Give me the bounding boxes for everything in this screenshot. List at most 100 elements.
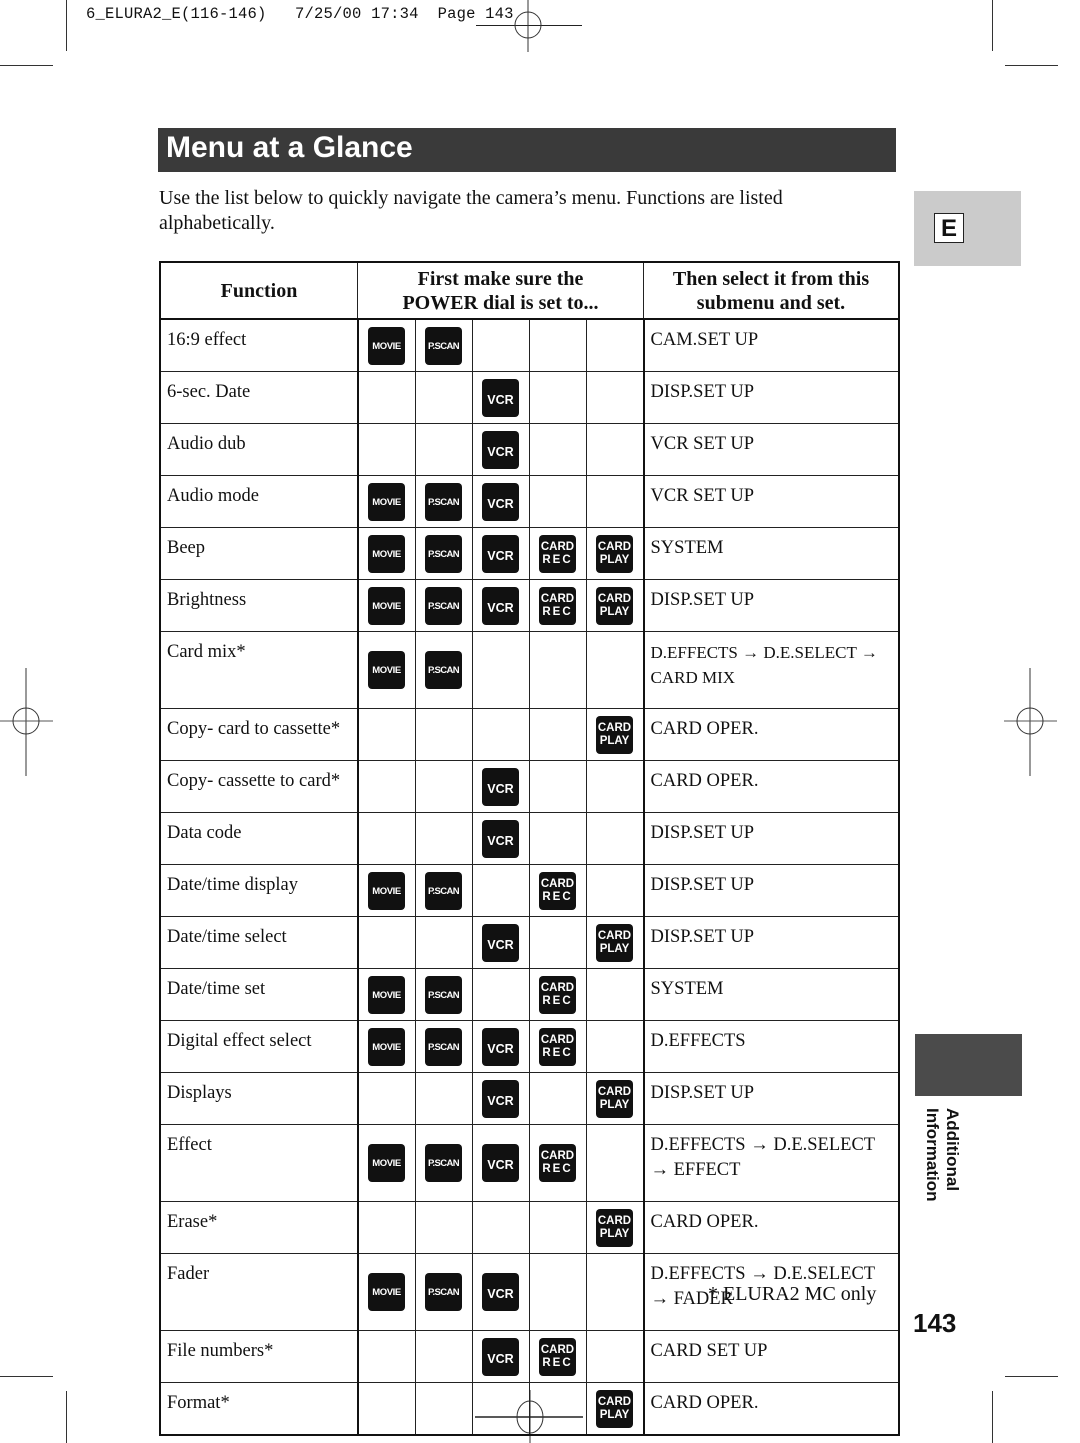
mode-cell-vcr: VCR bbox=[471, 760, 530, 813]
mode-cell-card-rec: CARD REC bbox=[528, 579, 587, 632]
function-cell: Audio dub bbox=[159, 423, 358, 476]
mode-cell-pscan: P.SCAN bbox=[414, 579, 473, 632]
mode-cell-vcr bbox=[471, 631, 530, 709]
submenu-line1: CARD OPER. bbox=[650, 1212, 759, 1232]
submenu-cell: CARD OPER. bbox=[643, 708, 900, 761]
badge-line-bottom: REC bbox=[542, 994, 573, 1007]
mode-cell-movie bbox=[356, 1201, 416, 1254]
mode-cell-pscan: P.SCAN bbox=[414, 1253, 473, 1331]
pscan-mode-icon: P.SCAN bbox=[425, 326, 462, 365]
mode-cell-vcr: VCR bbox=[471, 579, 530, 632]
badge-line-bottom: PLAY bbox=[599, 1227, 630, 1240]
mode-cell-movie: MOVIE bbox=[356, 864, 416, 917]
mode-cell-movie: MOVIE bbox=[356, 968, 416, 1021]
mode-cell-card-play bbox=[585, 475, 645, 528]
header-function: Function bbox=[159, 261, 358, 320]
vcr-mode-icon: VCR bbox=[482, 923, 519, 962]
mode-cell-pscan bbox=[414, 760, 473, 813]
vcr-mode-icon: VCR bbox=[482, 482, 519, 521]
badge-line-bottom: PLAY bbox=[599, 1408, 630, 1421]
badge-line-top: CARD bbox=[540, 981, 575, 994]
mode-cell-pscan bbox=[414, 812, 473, 865]
mode-cell-pscan bbox=[414, 916, 473, 969]
submenu-line1: D.EFFECTS → D.E.SELECT → bbox=[650, 643, 878, 662]
table-row: Data code VCR DISP.SET UP bbox=[159, 812, 900, 865]
movie-mode-icon: MOVIE bbox=[368, 871, 405, 910]
mode-cell-movie bbox=[356, 1072, 416, 1125]
mode-cell-vcr: VCR bbox=[471, 1072, 530, 1125]
submenu-line1: DISP.SET UP bbox=[650, 382, 755, 402]
table-row: Audio mode MOVIE P.SCAN VCR VCR SET UP bbox=[159, 475, 900, 528]
card-rec-mode-icon: CARD REC bbox=[539, 586, 576, 625]
function-cell: 16:9 effect bbox=[159, 318, 358, 372]
card-play-mode-icon: CARD PLAY bbox=[596, 1208, 633, 1247]
section-tab bbox=[915, 1034, 1022, 1096]
mode-cell-card-play: CARD PLAY bbox=[585, 916, 645, 969]
mode-cell-vcr bbox=[471, 864, 530, 917]
submenu-line1: SYSTEM bbox=[650, 979, 724, 999]
badge-line-top: CARD bbox=[597, 540, 632, 553]
mode-cell-vcr: VCR bbox=[471, 916, 530, 969]
submenu-cell: DISP.SET UP bbox=[643, 371, 900, 424]
mode-cell-pscan: P.SCAN bbox=[414, 1124, 473, 1202]
badge-line-top: CARD bbox=[540, 1150, 575, 1162]
submenu-cell: SYSTEM bbox=[643, 527, 900, 580]
function-cell: Audio mode bbox=[159, 475, 358, 528]
movie-mode-icon: MOVIE bbox=[368, 586, 405, 625]
mode-cell-card-rec bbox=[528, 1382, 587, 1436]
mode-cell-vcr bbox=[471, 1201, 530, 1254]
mode-cell-movie: MOVIE bbox=[356, 631, 416, 709]
mode-cell-card-rec bbox=[528, 1201, 587, 1254]
table-row: Erase* CARD PLAY CARD OPER. bbox=[159, 1201, 900, 1254]
submenu-line2: CARD MIX bbox=[650, 668, 736, 687]
mode-cell-pscan bbox=[414, 1382, 473, 1436]
vcr-mode-icon: VCR bbox=[482, 430, 519, 469]
card-rec-mode-icon: CARD REC bbox=[539, 1027, 576, 1066]
mode-cell-pscan bbox=[414, 1072, 473, 1125]
card-rec-mode-icon: CARD REC bbox=[539, 534, 576, 573]
header-power-line1: First make sure the bbox=[417, 267, 584, 290]
function-cell: Date/time set bbox=[159, 968, 358, 1021]
mode-cell-movie: MOVIE bbox=[356, 527, 416, 580]
badge-line-bottom: REC bbox=[542, 553, 573, 566]
mode-cell-card-play: CARD PLAY bbox=[585, 1382, 645, 1436]
badge-line-top: CARD bbox=[540, 877, 575, 890]
badge-line-bottom: REC bbox=[542, 1163, 573, 1175]
mode-cell-vcr: VCR bbox=[471, 475, 530, 528]
submenu-cell: VCR SET UP bbox=[643, 423, 900, 476]
mode-cell-card-play bbox=[585, 968, 645, 1021]
pscan-mode-icon: P.SCAN bbox=[425, 651, 462, 689]
submenu-line1: CARD OPER. bbox=[650, 1393, 759, 1413]
mode-cell-card-play: CARD PLAY bbox=[585, 1201, 645, 1254]
submenu-cell: D.EFFECTS bbox=[643, 1020, 900, 1073]
submenu-cell: VCR SET UP bbox=[643, 475, 900, 528]
submenu-cell: DISP.SET UP bbox=[643, 864, 900, 917]
registration-mark-right bbox=[1004, 668, 1057, 776]
pscan-mode-icon: P.SCAN bbox=[425, 1027, 462, 1066]
badge-line-top: CARD bbox=[597, 592, 632, 605]
mode-cell-card-play bbox=[585, 864, 645, 917]
mode-cell-movie bbox=[356, 1330, 416, 1383]
mode-cell-pscan bbox=[414, 1201, 473, 1254]
pscan-mode-icon: P.SCAN bbox=[425, 482, 462, 521]
mode-cell-card-rec: CARD REC bbox=[528, 864, 587, 917]
mode-cell-card-rec bbox=[528, 708, 587, 761]
badge-line-top: CARD bbox=[597, 929, 632, 942]
mode-cell-vcr: VCR bbox=[471, 371, 530, 424]
submenu-cell: CARD OPER. bbox=[643, 760, 900, 813]
header-power-line2: POWER dial is set to... bbox=[402, 291, 599, 314]
section-label-line1: Additional bbox=[943, 1108, 962, 1192]
card-rec-mode-icon: CARD REC bbox=[539, 975, 576, 1014]
vcr-mode-icon: VCR bbox=[482, 767, 519, 806]
submenu-line1: DISP.SET UP bbox=[650, 823, 755, 843]
submenu-line1: DISP.SET UP bbox=[650, 875, 755, 895]
mode-cell-card-rec bbox=[528, 423, 587, 476]
page-number: 143 bbox=[913, 1308, 957, 1338]
mode-cell-card-play bbox=[585, 371, 645, 424]
movie-mode-icon: MOVIE bbox=[368, 975, 405, 1014]
function-cell: Copy- cassette to card* bbox=[159, 760, 358, 813]
header-submenu-line2: submenu and set. bbox=[696, 291, 846, 314]
print-header-date: 7/25/00 bbox=[295, 5, 362, 23]
submenu-line1: DISP.SET UP bbox=[650, 1083, 755, 1103]
submenu-cell: CARD OPER. bbox=[643, 1382, 900, 1436]
